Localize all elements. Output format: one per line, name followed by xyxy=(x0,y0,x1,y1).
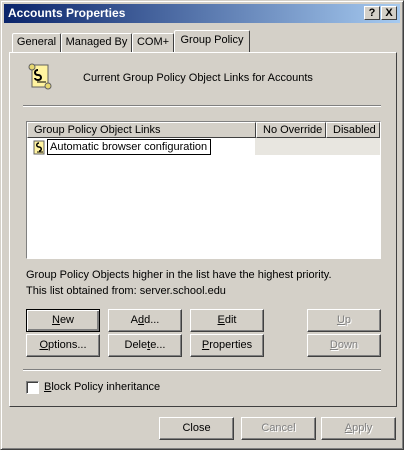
apply-label-accel: A xyxy=(344,422,353,434)
source-info: This list obtained from: server.school.e… xyxy=(26,285,226,297)
col-header-disabled[interactable]: Disabled xyxy=(326,122,380,138)
options-label-accel: O xyxy=(39,339,49,351)
divider-bottom xyxy=(23,369,381,371)
new-label-post: ew xyxy=(59,314,74,326)
apply-button[interactable]: Apply xyxy=(321,417,396,440)
block-label-post: lock Policy inheritance xyxy=(51,381,161,393)
gpo-scroll-icon xyxy=(28,63,52,90)
delete-label-post: e... xyxy=(150,339,166,351)
properties-button[interactable]: Properties xyxy=(190,334,264,357)
edit-label-accel: E xyxy=(217,314,225,326)
gpo-item-icon xyxy=(33,140,45,155)
delete-button[interactable]: Delete... xyxy=(108,334,182,357)
window-title: Accounts Properties xyxy=(8,6,126,20)
up-button[interactable]: Up xyxy=(307,309,381,332)
col-header-no-override[interactable]: No Override xyxy=(256,122,326,138)
edit-label-post: dit xyxy=(224,314,237,326)
delete-label-pre: Dele xyxy=(124,339,148,351)
edit-button[interactable]: Edit xyxy=(190,309,264,332)
divider xyxy=(23,105,381,107)
tab-general[interactable]: General xyxy=(12,33,61,52)
col-header-gpo-links[interactable]: Group Policy Object Links xyxy=(27,122,256,138)
title-bar[interactable]: Accounts Properties ? X xyxy=(4,4,400,23)
cancel-button[interactable]: Cancel xyxy=(241,417,316,440)
up-label-accel: U xyxy=(336,314,345,326)
down-label-post: own xyxy=(337,339,359,351)
add-button[interactable]: Add... xyxy=(108,309,182,332)
gpo-heading: Current Group Policy Object Links for Ac… xyxy=(83,72,313,84)
down-button[interactable]: Down xyxy=(307,334,381,357)
tab-com-plus[interactable]: COM+ xyxy=(132,33,174,52)
block-inheritance-checkbox[interactable] xyxy=(26,381,39,394)
properties-window: Accounts Properties ? X General Managed … xyxy=(0,0,404,450)
help-button[interactable]: ? xyxy=(364,6,380,20)
up-label-post: p xyxy=(344,314,352,326)
close-window-button[interactable]: X xyxy=(381,6,397,20)
block-inheritance-label[interactable]: Block Policy inheritance xyxy=(44,381,160,393)
new-button[interactable]: New xyxy=(26,309,100,332)
close-button[interactable]: Close xyxy=(159,417,234,440)
properties-label-post: roperties xyxy=(209,339,253,351)
tab-managed-by[interactable]: Managed By xyxy=(61,33,132,52)
list-row-selection xyxy=(255,138,380,155)
add-label-pre: A xyxy=(130,314,138,326)
apply-label-post: pply xyxy=(352,422,373,434)
gpo-name-edit-field[interactable]: Automatic browser configuration xyxy=(47,139,211,155)
tab-group-policy[interactable]: Group Policy xyxy=(174,30,250,52)
priority-info: Group Policy Objects higher in the list … xyxy=(26,269,332,281)
down-label-accel: D xyxy=(329,339,338,351)
new-label-accel: N xyxy=(51,314,60,326)
options-label-post: ptions... xyxy=(48,339,87,351)
options-button[interactable]: Options... xyxy=(26,334,100,357)
add-label-post: d... xyxy=(144,314,160,326)
